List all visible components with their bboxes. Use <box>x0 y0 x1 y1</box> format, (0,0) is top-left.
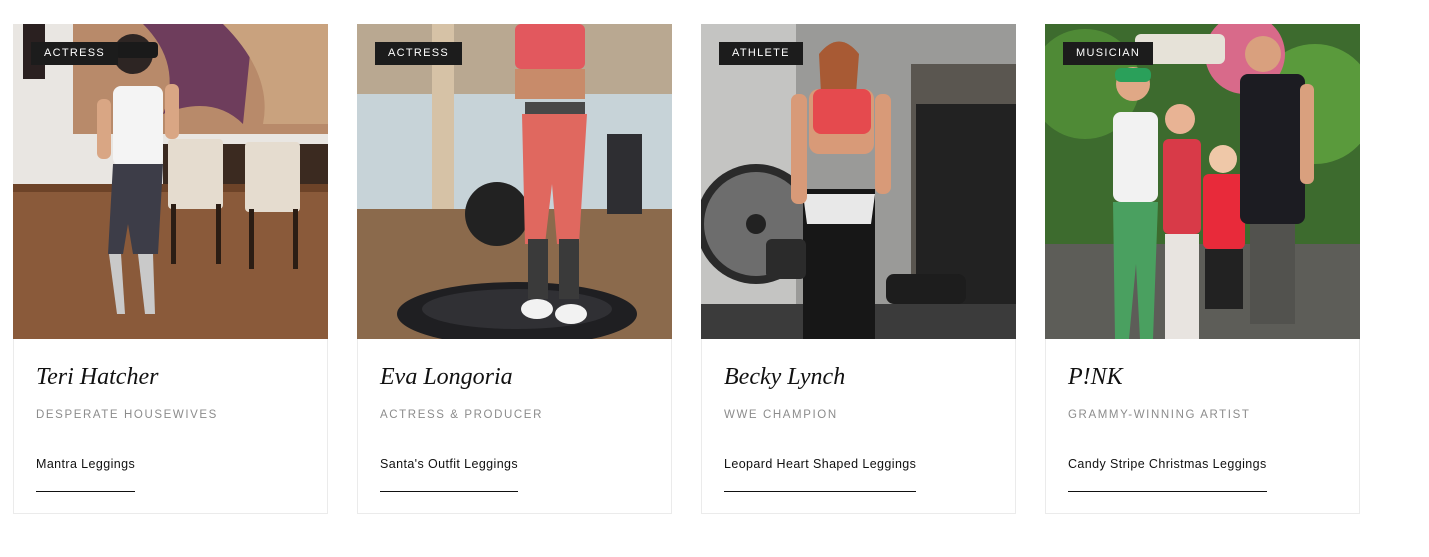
product-link[interactable]: Leopard Heart Shaped Leggings <box>724 457 917 492</box>
celebrity-subtitle: GRAMMY-WINNING ARTIST <box>1068 409 1251 421</box>
product-link[interactable]: Santa's Outfit Leggings <box>380 457 519 492</box>
celebrity-photo[interactable]: ACTRESS <box>13 24 328 339</box>
photo-becky-lynch <box>701 24 1016 339</box>
product-link[interactable]: Mantra Leggings <box>36 457 136 492</box>
photo-teri-hatcher <box>13 24 328 339</box>
celebrity-subtitle: DESPERATE HOUSEWIVES <box>36 409 218 421</box>
category-badge: MUSICIAN <box>1063 42 1154 65</box>
celebrity-card-pink[interactable]: MUSICIAN P!NK GRAMMY-WINNING ARTIST Cand… <box>1045 24 1360 514</box>
celebrity-photo[interactable]: MUSICIAN <box>1045 24 1360 339</box>
photo-pink <box>1045 24 1360 339</box>
product-link[interactable]: Candy Stripe Christmas Leggings <box>1068 457 1267 492</box>
celebrity-name: Becky Lynch <box>724 364 846 390</box>
photo-eva-longoria <box>357 24 672 339</box>
celebrity-card-eva-longoria[interactable]: ACTRESS Eva Longoria ACTRESS & PRODUCER … <box>357 24 672 514</box>
celebrity-photo[interactable]: ATHLETE <box>701 24 1016 339</box>
celebrity-subtitle: WWE CHAMPION <box>724 409 838 421</box>
celebrity-name: P!NK <box>1068 364 1123 390</box>
category-badge: ACTRESS <box>375 42 463 65</box>
celebrity-cards-row: ACTRESS Teri Hatcher DESPERATE HOUSEWIVE… <box>13 24 1360 514</box>
celebrity-name: Eva Longoria <box>380 364 513 390</box>
celebrity-card-becky-lynch[interactable]: ATHLETE Becky Lynch WWE CHAMPION Leopard… <box>701 24 1016 514</box>
celebrity-card-teri-hatcher[interactable]: ACTRESS Teri Hatcher DESPERATE HOUSEWIVE… <box>13 24 328 514</box>
category-badge: ACTRESS <box>31 42 119 65</box>
category-badge: ATHLETE <box>719 42 803 65</box>
celebrity-photo[interactable]: ACTRESS <box>357 24 672 339</box>
celebrity-name: Teri Hatcher <box>36 364 159 390</box>
celebrity-subtitle: ACTRESS & PRODUCER <box>380 409 543 421</box>
